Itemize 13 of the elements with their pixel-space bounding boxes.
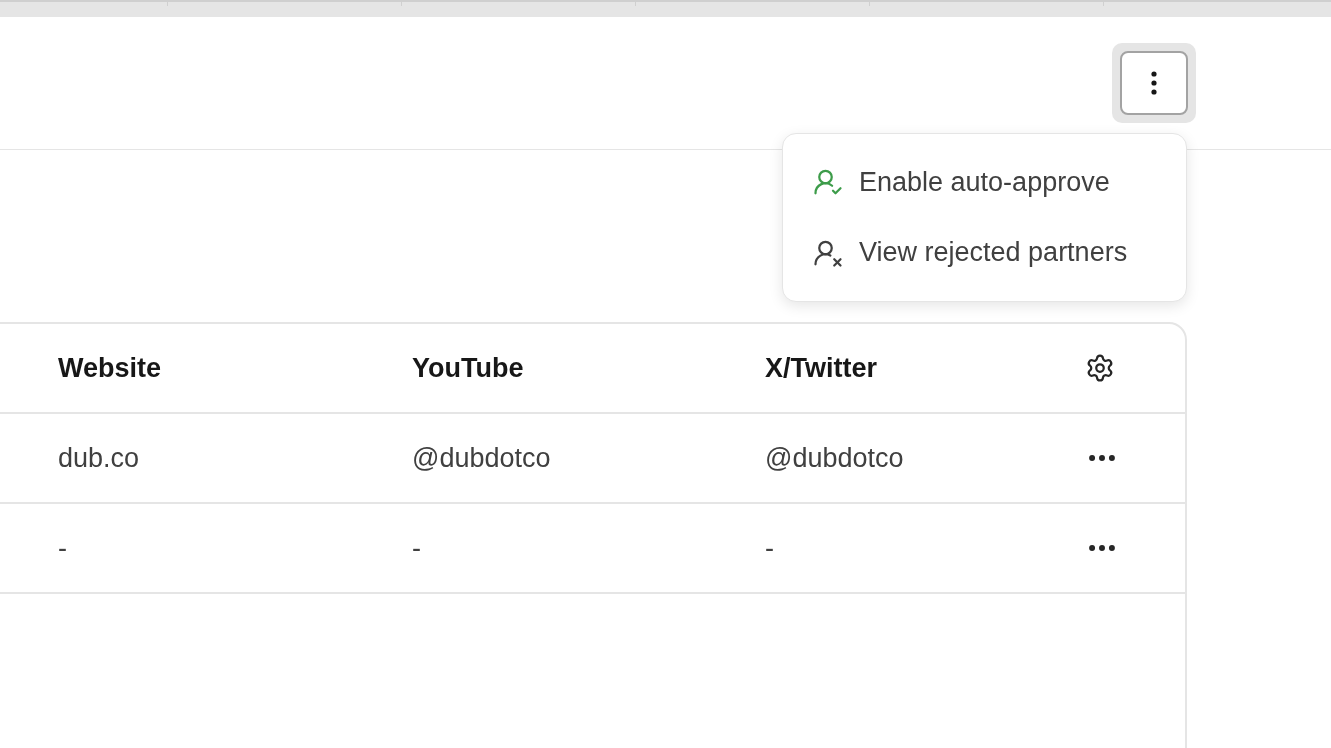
table-cell-text: @dubdotco [765,442,905,474]
table-cell-text: dub.co [58,442,141,474]
more-vertical-icon [1151,71,1157,95]
column-header: X/Twitter [765,352,878,384]
menu-item[interactable]: Enable auto-approve [859,166,1110,198]
settings-icon[interactable] [1085,353,1115,383]
menu-item[interactable]: View rejected partners [859,237,1128,269]
table-cell-text: - [412,532,422,564]
table-cell-text: - [765,532,775,564]
column-header: YouTube [412,352,525,384]
table-cell-text: @dubdotco [412,442,552,474]
column-header: Website [58,352,163,384]
table-cell-text: - [58,532,68,564]
